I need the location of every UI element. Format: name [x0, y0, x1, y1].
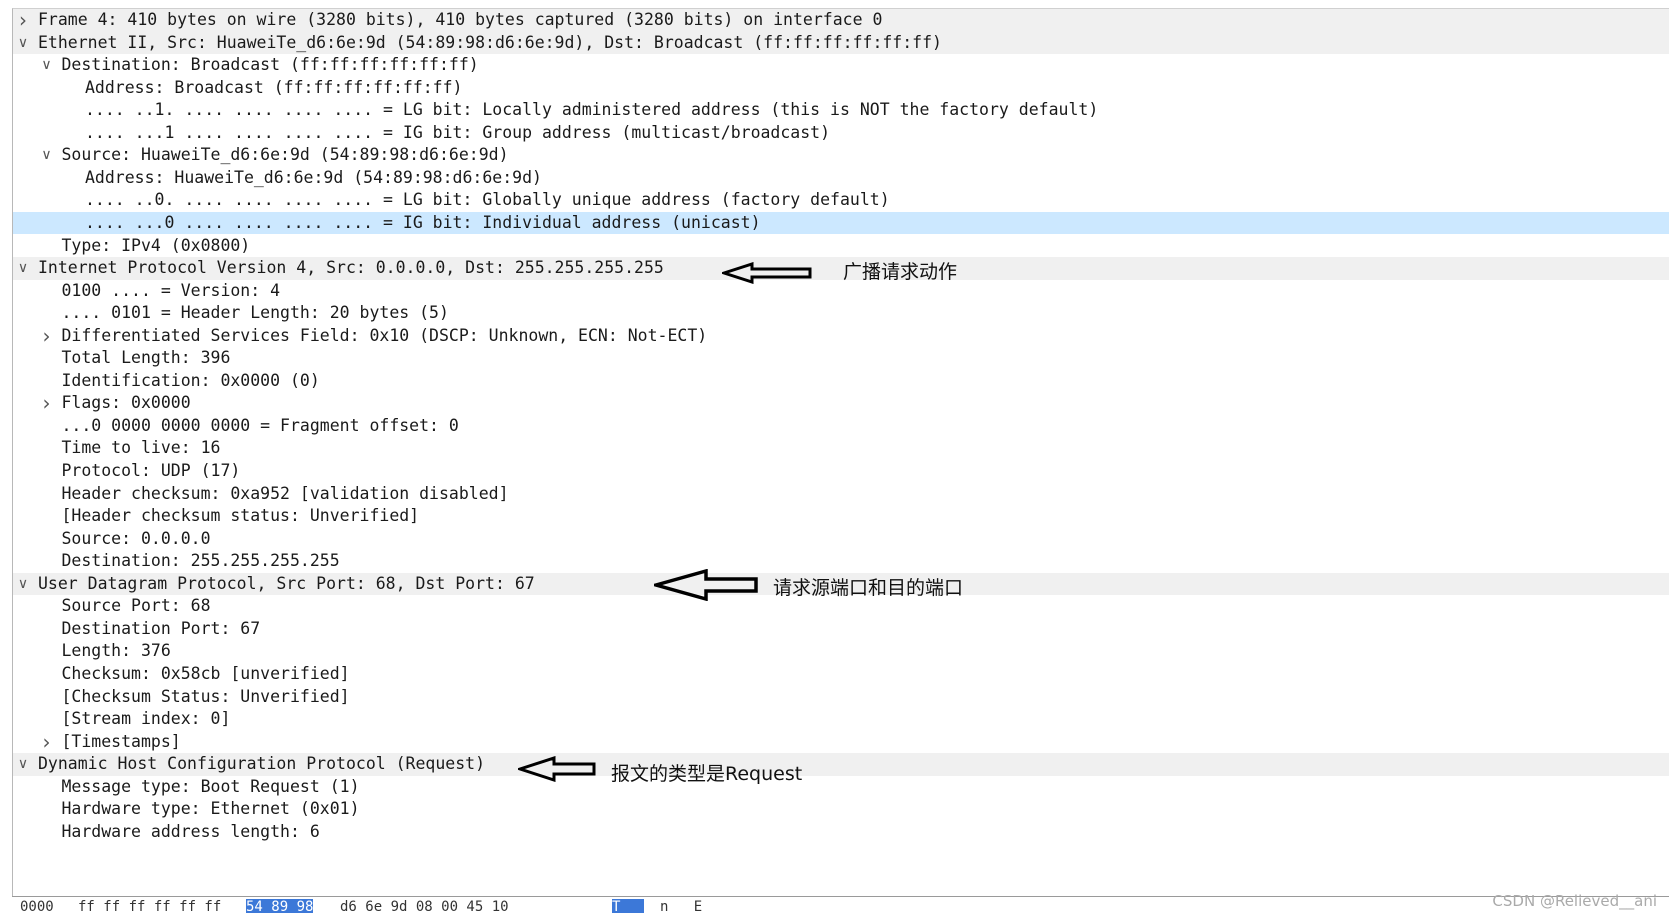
tree-field-row[interactable]: .... ...0 .... .... .... .... = IG bit: … [13, 211, 1669, 235]
chevron-down-icon[interactable]: ∨ [39, 54, 55, 77]
tree-row-label: Destination: 255.255.255.255 [61, 551, 340, 571]
tree-row-label: Address: Broadcast (ff:ff:ff:ff:ff:ff) [85, 77, 463, 97]
tree-field-row[interactable]: [Header checksum status: Unverified] [13, 505, 1669, 528]
tree-field-row[interactable]: Type: IPv4 (0x0800) [13, 235, 1669, 258]
tree-row-label: Total Length: 396 [61, 348, 231, 368]
tree-row-label: Dynamic Host Configuration Protocol (Req… [38, 754, 486, 774]
tree-row-label: Destination Port: 67 [61, 618, 261, 638]
chevron-right-icon[interactable]: › [39, 325, 55, 348]
tree-row-label: Identification: 0x0000 (0) [61, 370, 320, 390]
tree-row-label: [Header checksum status: Unverified] [61, 506, 420, 526]
annotation-arrow-broadcast [722, 262, 812, 284]
tree-row-label: Hardware address length: 6 [61, 821, 320, 841]
tree-field-row[interactable]: 0100 .... = Version: 4 [13, 280, 1669, 303]
tree-row-label: Destination: Broadcast (ff:ff:ff:ff:ff:f… [61, 55, 479, 75]
tree-row-label: Type: IPv4 (0x0800) [61, 235, 251, 255]
tree-field-row[interactable]: Header checksum: 0xa952 [validation disa… [13, 483, 1669, 506]
chevron-down-icon[interactable]: ∨ [15, 257, 31, 280]
tree-row-label: Checksum: 0x58cb [unverified] [61, 663, 350, 683]
tree-field-row[interactable]: .... ...1 .... .... .... .... = IG bit: … [13, 122, 1669, 145]
tree-field-row[interactable]: Identification: 0x0000 (0) [13, 370, 1669, 393]
tree-field-row[interactable]: Checksum: 0x58cb [unverified] [13, 663, 1669, 686]
tree-field-row[interactable]: Total Length: 396 [13, 347, 1669, 370]
tree-row-label: Frame 4: 410 bytes on wire (3280 bits), … [38, 10, 883, 29]
chevron-down-icon[interactable]: ∨ [15, 753, 31, 776]
ascii-highlighted[interactable]: T [612, 899, 645, 913]
tree-row-label: Header checksum: 0xa952 [validation disa… [61, 483, 509, 503]
tree-row-label: Message type: Boot Request (1) [61, 776, 360, 796]
tree-field-row[interactable]: ∨ Source: HuaweiTe_d6:6e:9d (54:89:98:d6:… [13, 144, 1669, 167]
tree-field-row[interactable]: .... 0101 = Header Length: 20 bytes (5) [13, 302, 1669, 325]
tree-field-row[interactable]: .... ..0. .... .... .... .... = LG bit: … [13, 189, 1669, 212]
tree-row-label: Hardware type: Ethernet (0x01) [61, 799, 360, 819]
tree-field-row[interactable]: Time to live: 16 [13, 437, 1669, 460]
annotation-arrow-msg-type [518, 756, 596, 782]
hex-offset: 0000 [20, 899, 54, 913]
annotation-ports: 请求源端口和目的端口 [773, 577, 964, 599]
tree-field-row[interactable]: Protocol: UDP (17) [13, 460, 1669, 483]
tree-row-label: [Timestamps] [61, 731, 181, 751]
annotation-msg-type: 报文的类型是Request [611, 763, 803, 785]
tree-field-row[interactable]: Hardware address length: 6 [13, 821, 1669, 844]
chevron-down-icon[interactable]: ∨ [15, 573, 31, 596]
tree-row-label: .... 0101 = Header Length: 20 bytes (5) [61, 303, 449, 323]
tree-field-row[interactable]: [Checksum Status: Unverified] [13, 686, 1669, 709]
tree-row-label: Time to live: 16 [61, 438, 221, 458]
annotation-broadcast: 广播请求动作 [843, 261, 958, 283]
hex-bytes-highlighted[interactable]: 54 89 98 [246, 899, 314, 913]
chevron-down-icon[interactable]: ∨ [15, 32, 31, 55]
packet-bytes-pane[interactable]: 0000 ff ff ff ff ff ff 54 89 98 d6 6e 9d… [12, 896, 1669, 913]
tree-field-row[interactable]: Destination Port: 67 [13, 618, 1669, 641]
annotation-arrow-ports [654, 569, 758, 601]
chevron-down-icon[interactable]: ∨ [39, 144, 55, 167]
tree-row-label: Differentiated Services Field: 0x10 (DSC… [61, 325, 708, 345]
ascii-rest[interactable]: n E [660, 899, 702, 913]
tree-protocol-row[interactable]: › Frame 4: 410 bytes on wire (3280 bits),… [13, 9, 1669, 32]
tree-row-label: [Stream index: 0] [61, 709, 231, 729]
tree-field-row[interactable]: › Flags: 0x0000 [13, 392, 1669, 415]
tree-row-label: Flags: 0x0000 [61, 393, 191, 413]
tree-row-label: Source Port: 68 [61, 596, 211, 616]
chevron-right-icon[interactable]: › [39, 392, 55, 415]
tree-row-label: .... ..0. .... .... .... .... = LG bit: … [85, 190, 890, 210]
tree-row-label: Address: HuaweiTe_d6:6e:9d (54:89:98:d6:… [85, 167, 542, 187]
tree-field-row[interactable]: Address: HuaweiTe_d6:6e:9d (54:89:98:d6:… [13, 167, 1669, 190]
tree-protocol-row[interactable]: ∨ Dynamic Host Configuration Protocol (Re… [13, 753, 1669, 776]
tree-row-label: .... ...0 .... .... .... .... = IG bit: … [85, 212, 761, 232]
tree-protocol-row[interactable]: ∨ Internet Protocol Version 4, Src: 0.0.0… [13, 257, 1669, 280]
tree-row-label: 0100 .... = Version: 4 [61, 280, 281, 300]
tree-protocol-row[interactable]: ∨ Ethernet II, Src: HuaweiTe_d6:6e:9d (54… [13, 31, 1669, 55]
tree-field-row[interactable]: Length: 376 [13, 640, 1669, 663]
tree-row-label: ...0 0000 0000 0000 = Fragment offset: 0 [61, 415, 459, 435]
tree-field-row[interactable]: Message type: Boot Request (1) [13, 776, 1669, 799]
tree-row-label: Source: 0.0.0.0 [61, 528, 211, 548]
tree-field-row[interactable]: .... ..1. .... .... .... .... = LG bit: … [13, 99, 1669, 122]
tree-row-label: Protocol: UDP (17) [61, 461, 241, 480]
tree-row-label: User Datagram Protocol, Src Port: 68, Ds… [38, 573, 535, 593]
tree-row-label: .... ..1. .... .... .... .... = LG bit: … [85, 100, 1099, 120]
packet-details-tree[interactable]: › Frame 4: 410 bytes on wire (3280 bits),… [12, 8, 1669, 897]
tree-row-label: Internet Protocol Version 4, Src: 0.0.0.… [38, 258, 664, 278]
tree-field-row[interactable]: › Differentiated Services Field: 0x10 (DS… [13, 325, 1669, 348]
tree-field-row[interactable]: Hardware type: Ethernet (0x01) [13, 798, 1669, 821]
hex-bytes[interactable]: ff ff ff ff ff ff [78, 899, 221, 913]
chevron-right-icon[interactable]: › [39, 731, 55, 754]
chevron-right-icon[interactable]: › [15, 9, 31, 32]
tree-field-row[interactable]: Address: Broadcast (ff:ff:ff:ff:ff:ff) [13, 77, 1669, 100]
tree-row-label: Length: 376 [61, 641, 171, 661]
tree-field-row[interactable]: [Stream index: 0] [13, 708, 1669, 731]
hex-bytes-rest[interactable]: d6 6e 9d 08 00 45 10 [340, 899, 509, 913]
tree-field-row[interactable]: › [Timestamps] [13, 731, 1669, 754]
tree-row-label: Ethernet II, Src: HuaweiTe_d6:6e:9d (54:… [38, 32, 942, 52]
tree-field-row[interactable]: Destination: 255.255.255.255 [13, 550, 1669, 573]
tree-row-label: .... ...1 .... .... .... .... = IG bit: … [85, 122, 831, 142]
tree-field-row[interactable]: ∨ Destination: Broadcast (ff:ff:ff:ff:ff:… [13, 54, 1669, 77]
tree-field-row[interactable]: ...0 0000 0000 0000 = Fragment offset: 0 [13, 415, 1669, 438]
tree-field-row[interactable]: Source: 0.0.0.0 [13, 528, 1669, 551]
tree-row-label: [Checksum Status: Unverified] [61, 686, 350, 706]
tree-row-label: Source: HuaweiTe_d6:6e:9d (54:89:98:d6:6… [61, 145, 509, 165]
watermark: CSDN @Relieved__ani [1492, 892, 1657, 910]
